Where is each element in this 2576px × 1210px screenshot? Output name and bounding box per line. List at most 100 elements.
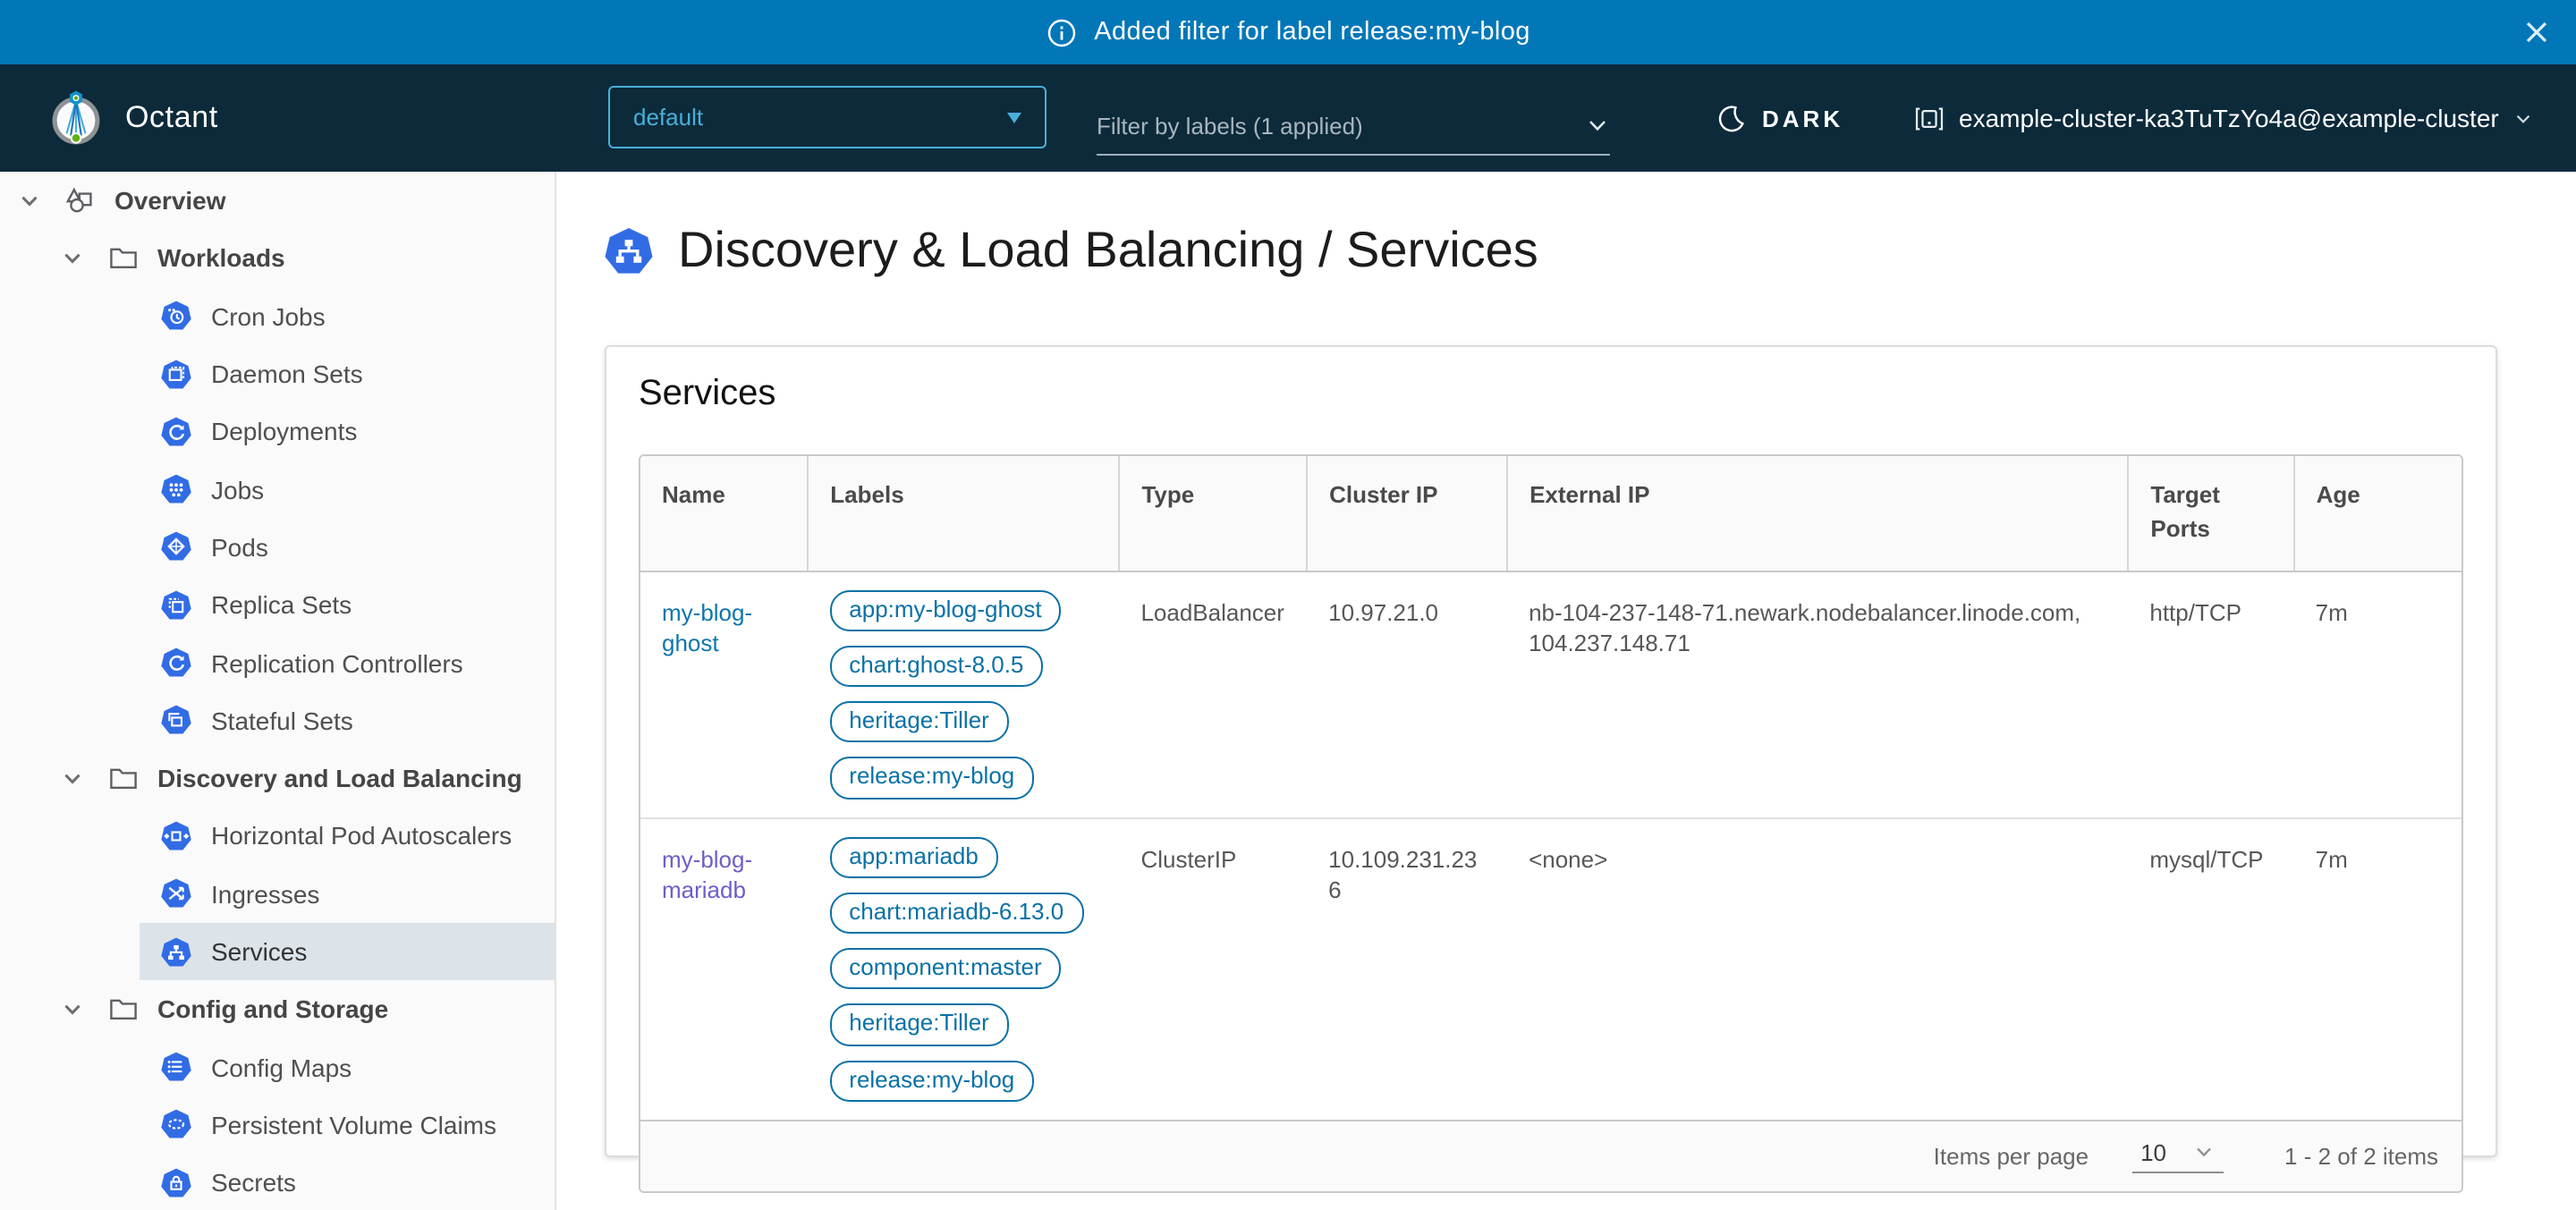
stateful-sets-icon <box>161 706 200 736</box>
column-header-target-ports: Target Ports <box>2128 456 2293 571</box>
datagrid-footer: Items per page 10 1 - 2 of 2 items <box>640 1120 2462 1191</box>
sidebar-item-services[interactable]: Services <box>140 923 555 981</box>
age-cell: 7m <box>2294 817 2462 1120</box>
moon-icon <box>1717 103 1748 133</box>
chevron-down-icon[interactable] <box>61 766 107 790</box>
app-title: Octant <box>125 64 218 172</box>
label-pill[interactable]: app:my-blog-ghost <box>829 589 1061 631</box>
pagination-range: 1 - 2 of 2 items <box>2284 1143 2438 1170</box>
external-ip-cell: <none> <box>1507 817 2128 1120</box>
service-link[interactable]: my-blog-ghost <box>662 598 752 656</box>
chevron-down-icon <box>1007 112 1021 123</box>
table-body: my-blog-ghost app:my-blog-ghost chart:ghos… <box>640 571 2462 1120</box>
info-icon <box>1046 17 1076 47</box>
label-pill[interactable]: component:master <box>829 948 1061 990</box>
label-pill[interactable]: release:my-blog <box>829 757 1034 800</box>
cluster-context-value: example-cluster-ka3TuTzYo4a@example-clus… <box>1959 104 2499 132</box>
sidebar-item-horizontal-pod-autoscalers[interactable]: Horizontal Pod Autoscalers <box>0 808 555 866</box>
sidebar-item-label: Replication Controllers <box>211 648 463 677</box>
horizontal-pod-autoscalers-icon <box>161 821 200 851</box>
label-pill[interactable]: release:my-blog <box>829 1060 1034 1102</box>
sidebar-item-persistent-volume-claims[interactable]: Persistent Volume Claims <box>0 1096 555 1155</box>
column-header-labels: Labels <box>808 456 1119 571</box>
close-icon[interactable] <box>2521 16 2553 48</box>
sidebar-item-config-and-storage[interactable]: Config and Storage <box>0 980 555 1038</box>
type-cell: ClusterIP <box>1119 817 1307 1120</box>
age-cell: 7m <box>2294 571 2462 817</box>
label-pill[interactable]: app:mariadb <box>829 836 998 878</box>
services-datagrid: NameLabelsTypeCluster IPExternal IPTarge… <box>639 454 2463 1193</box>
target-ports-cell: mysql/TCP <box>2128 817 2293 1120</box>
sidebar-item-label: Overview <box>114 186 226 215</box>
sidebar-item-label: Workloads <box>157 244 285 273</box>
chevron-down-icon <box>2193 1142 2215 1163</box>
sidebar-item-label: Pods <box>211 533 268 562</box>
ingresses-icon <box>161 878 200 909</box>
chevron-down-icon[interactable] <box>61 247 107 270</box>
service-link[interactable]: my-blog-mariadb <box>662 845 752 903</box>
sidebar-item-daemon-sets[interactable]: Daemon Sets <box>0 345 555 403</box>
cluster-icon <box>1914 103 1945 133</box>
sidebar-item-config-maps[interactable]: Config Maps <box>0 1038 555 1096</box>
config-maps-icon <box>161 1052 200 1082</box>
page-title-text: Discovery & Load Balancing / Services <box>678 222 1538 279</box>
sidebar-item-label: Ingresses <box>211 879 319 908</box>
folder-icon <box>107 242 147 275</box>
external-ip-cell: nb-104-237-148-71.newark.nodebalancer.li… <box>1507 571 2128 817</box>
octant-logo-icon <box>45 86 107 148</box>
target-ports-cell: http/TCP <box>2128 571 2293 817</box>
pods-icon <box>161 532 200 563</box>
folder-icon <box>107 762 147 794</box>
sidebar-item-label: Services <box>211 937 307 966</box>
sidebar-item-cron-jobs[interactable]: Cron Jobs <box>0 287 555 345</box>
chevron-down-icon[interactable] <box>18 189 64 212</box>
sidebar-item-pods[interactable]: Pods <box>0 519 555 577</box>
sidebar-item-label: Config and Storage <box>157 995 388 1024</box>
sidebar-item-replication-controllers[interactable]: Replication Controllers <box>0 634 555 692</box>
sidebar-item-deployments[interactable]: Deployments <box>0 402 555 461</box>
sidebar-item-replica-sets[interactable]: Replica Sets <box>0 576 555 634</box>
namespace-select[interactable]: default <box>608 86 1046 148</box>
jobs-icon <box>161 474 200 504</box>
items-per-page-select[interactable]: 10 <box>2131 1139 2224 1173</box>
label-pill[interactable]: heritage:Tiller <box>829 701 1009 743</box>
table-row: my-blog-mariadb app:mariadb chart:mariadb-… <box>640 817 2462 1120</box>
column-header-age: Age <box>2294 456 2462 571</box>
alert-message: Added filter for label release:my-blog <box>1094 18 1530 47</box>
column-header-type: Type <box>1119 456 1307 571</box>
card-title: Services <box>639 374 2463 415</box>
label-pill[interactable]: heritage:Tiller <box>829 1004 1009 1046</box>
labels-cell: app:my-blog-ghost chart:ghost-8.0.5 herita… <box>808 571 1119 817</box>
sidebar-nav: Overview Workloads Cron JobsDaemon Sets Dep… <box>0 172 556 1210</box>
sidebar-item-jobs[interactable]: Jobs <box>0 461 555 519</box>
sidebar-item-secrets[interactable]: Secrets <box>0 1154 555 1210</box>
services-table: NameLabelsTypeCluster IPExternal IPTarge… <box>640 456 2462 1120</box>
namespace-value: default <box>633 104 703 131</box>
column-header-external-ip: External IP <box>1507 456 2128 571</box>
table-row: my-blog-ghost app:my-blog-ghost chart:ghos… <box>640 571 2462 817</box>
label-pill[interactable]: chart:ghost-8.0.5 <box>829 646 1043 688</box>
sidebar-item-label: Discovery and Load Balancing <box>157 764 522 792</box>
table-header-row: NameLabelsTypeCluster IPExternal IPTarge… <box>640 456 2462 571</box>
column-header-cluster-ip: Cluster IP <box>1307 456 1507 571</box>
cron-jobs-icon <box>161 300 200 331</box>
service-name-cell: my-blog-mariadb <box>640 817 808 1120</box>
services-card: Services NameLabelsTypeCluster IPExterna… <box>605 345 2497 1157</box>
label-filter-dropdown[interactable]: Filter by labels (1 applied) <box>1097 97 1610 156</box>
sidebar-item-workloads[interactable]: Workloads <box>0 230 555 288</box>
sidebar-item-label: Secrets <box>211 1168 296 1197</box>
sidebar-item-label: Deployments <box>211 418 357 446</box>
chevron-down-icon[interactable] <box>61 998 107 1021</box>
labels-cell: app:mariadb chart:mariadb-6.13.0 component… <box>808 817 1119 1120</box>
label-filter-text: Filter by labels (1 applied) <box>1097 112 1363 139</box>
sidebar-item-overview[interactable]: Overview <box>0 172 555 230</box>
label-pill[interactable]: chart:mariadb-6.13.0 <box>829 893 1083 935</box>
sidebar-item-discovery-and-load-balancing[interactable]: Discovery and Load Balancing <box>0 749 555 808</box>
replica-sets-icon <box>161 589 200 620</box>
overview-icon <box>64 184 104 216</box>
cluster-context-menu[interactable]: example-cluster-ka3TuTzYo4a@example-clus… <box>1914 64 2533 172</box>
sidebar-item-label: Stateful Sets <box>211 707 353 735</box>
theme-toggle[interactable]: DARK <box>1717 64 1843 172</box>
sidebar-item-stateful-sets[interactable]: Stateful Sets <box>0 691 555 749</box>
sidebar-item-ingresses[interactable]: Ingresses <box>0 865 555 923</box>
